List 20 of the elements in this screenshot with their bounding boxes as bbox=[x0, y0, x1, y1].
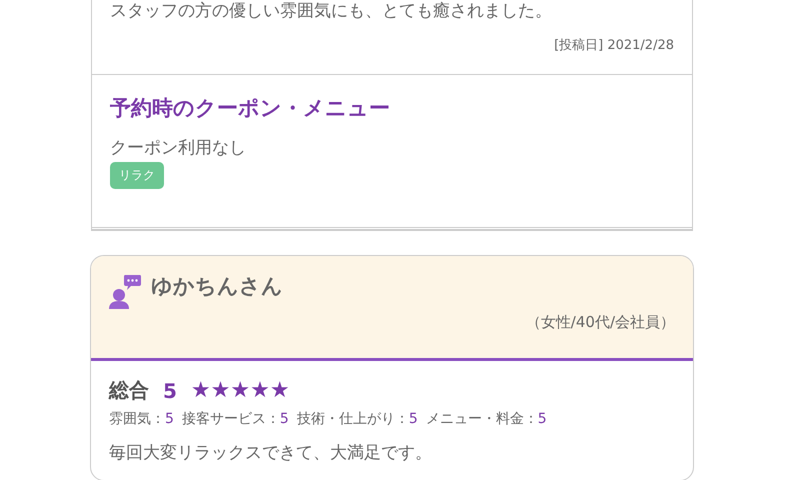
category-tag: リラク bbox=[110, 162, 164, 189]
user-comment-icon bbox=[109, 275, 141, 309]
rating-label: メニュー・料金： bbox=[426, 411, 538, 427]
rating-score: 5 bbox=[408, 411, 418, 427]
rating-score: 5 bbox=[280, 411, 289, 427]
rating-score: 5 bbox=[538, 411, 547, 427]
review-comment: 毎回大変リラックスできて、大満足です。 bbox=[109, 442, 433, 464]
rating-label: 技術・仕上がり： bbox=[296, 411, 409, 427]
coupon-heading: 予約時のクーポン・メニュー bbox=[110, 95, 391, 121]
rating-score: 5 bbox=[165, 411, 174, 427]
review-comment: スタッフの方の優しい雰囲気にも、とても癒されました。 bbox=[110, 0, 553, 22]
rating-label: 接客サービス： bbox=[182, 411, 280, 427]
post-date: [投稿日] 2021/2/28 bbox=[553, 37, 674, 54]
overall-label: 総合 bbox=[109, 377, 149, 404]
rating-label: 雰囲気： bbox=[109, 411, 165, 427]
coupon-text: クーポン利用なし bbox=[110, 137, 247, 159]
reviewer-profile: （女性/40代/会社員） bbox=[524, 313, 675, 332]
overall-score: 5 bbox=[163, 378, 177, 402]
star-rating: ★★★★★ bbox=[190, 378, 290, 403]
reviewer-name: ゆかちんさん bbox=[151, 273, 283, 299]
